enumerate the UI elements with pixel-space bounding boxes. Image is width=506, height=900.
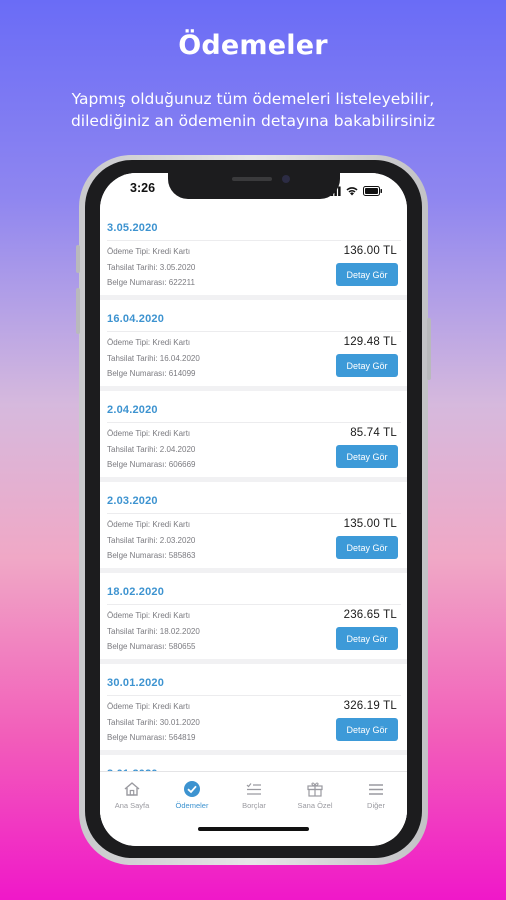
promo-title: Ödemeler: [178, 30, 328, 61]
tab-label: Diğer: [367, 801, 385, 810]
document-number: Belge Numarası: 580655: [107, 642, 196, 651]
payment-amount: 129.48 TL: [343, 336, 397, 348]
tab-sana-ozel[interactable]: Sana Özel: [285, 780, 345, 810]
menu-icon: [369, 784, 383, 795]
phone-side-button: [427, 318, 431, 380]
promo-subtitle-line-2: dilediğiniz an ödemenin detayına bakabil…: [70, 112, 436, 130]
gift-icon: [307, 782, 323, 797]
tab-diger[interactable]: Diğer: [346, 780, 406, 810]
phone-side-button: [76, 288, 80, 334]
payment-amount: 236.65 TL: [343, 609, 397, 621]
home-icon: [124, 782, 140, 796]
payment-type: Ödeme Tipi: Kredi Kartı: [107, 247, 191, 256]
payment-date: 2.04.2020: [107, 404, 158, 416]
tab-borclar[interactable]: Borçlar: [224, 780, 284, 810]
payment-date: 2.03.2020: [107, 495, 158, 507]
payment-date: 3.05.2020: [107, 222, 158, 234]
payment-date: 30.01.2020: [107, 677, 165, 689]
collection-date: Tahsilat Tarihi: 16.04.2020: [107, 354, 200, 363]
payment-card: 16.04.2020 Ödeme Tipi: Kredi Kartı Tahsi…: [100, 300, 407, 386]
payment-card: 3.05.2020 Ödeme Tipi: Kredi Kartı Tahsil…: [100, 209, 407, 295]
speaker: [232, 177, 272, 181]
wifi-icon: [346, 183, 358, 201]
camera-icon: [282, 175, 290, 183]
collection-date: Tahsilat Tarihi: 2.04.2020: [107, 445, 196, 454]
tab-label: Ana Sayfa: [114, 801, 150, 810]
tab-odemeler[interactable]: Ödemeler: [162, 780, 222, 810]
detail-button[interactable]: Detay Gör: [336, 445, 398, 468]
payment-type: Ödeme Tipi: Kredi Kartı: [107, 520, 191, 529]
list-icon: [246, 783, 261, 795]
notch: [168, 173, 340, 199]
document-number: Belge Numarası: 564819: [107, 733, 196, 742]
payment-amount: 85.74 TL: [350, 427, 397, 439]
payment-card: 30.01.2020 Ödeme Tipi: Kredi Kartı Tahsi…: [100, 664, 407, 750]
detail-button[interactable]: Detay Gör: [336, 536, 398, 559]
divider: [107, 604, 401, 605]
home-indicator[interactable]: [198, 827, 309, 831]
collection-date: Tahsilat Tarihi: 18.02.2020: [107, 627, 200, 636]
payment-date: 16.04.2020: [107, 313, 165, 325]
payment-card: 2.04.2020 Ödeme Tipi: Kredi Kartı Tahsil…: [100, 391, 407, 477]
payment-amount: 136.00 TL: [343, 245, 397, 257]
detail-button[interactable]: Detay Gör: [336, 718, 398, 741]
tab-ana-sayfa[interactable]: Ana Sayfa: [102, 780, 162, 810]
payment-amount: 326.19 TL: [343, 700, 397, 712]
detail-button[interactable]: Detay Gör: [336, 263, 398, 286]
payment-card: 18.02.2020 Ödeme Tipi: Kredi Kartı Tahsi…: [100, 573, 407, 659]
battery-icon: [363, 183, 383, 201]
tab-label: Borçlar: [242, 801, 266, 810]
divider: [107, 695, 401, 696]
divider: [107, 240, 401, 241]
collection-date: Tahsilat Tarihi: 3.05.2020: [107, 263, 196, 272]
payment-amount: 135.00 TL: [343, 518, 397, 530]
phone-screen: 3:26 3.05.2020 Ödeme Tipi: Kredi Kartı T…: [100, 173, 407, 846]
divider: [107, 331, 401, 332]
collection-date: Tahsilat Tarihi: 30.01.2020: [107, 718, 200, 727]
phone-side-button: [76, 245, 80, 273]
tab-bar: Ana Sayfa Ödemeler Borçlar Sana Özel Diğ…: [100, 771, 407, 846]
document-number: Belge Numarası: 585863: [107, 551, 196, 560]
status-time: 3:26: [130, 181, 156, 195]
payment-type: Ödeme Tipi: Kredi Kartı: [107, 611, 191, 620]
check-circle-icon: [184, 781, 200, 797]
collection-date: Tahsilat Tarihi: 2.03.2020: [107, 536, 196, 545]
payment-type: Ödeme Tipi: Kredi Kartı: [107, 702, 191, 711]
document-number: Belge Numarası: 606669: [107, 460, 196, 469]
payment-type: Ödeme Tipi: Kredi Kartı: [107, 429, 191, 438]
document-number: Belge Numarası: 614099: [107, 369, 196, 378]
detail-button[interactable]: Detay Gör: [336, 354, 398, 377]
divider: [107, 422, 401, 423]
detail-button[interactable]: Detay Gör: [336, 627, 398, 650]
tab-label: Sana Özel: [297, 801, 333, 810]
promo-subtitle-line-1: Yapmış olduğunuz tüm ödemeleri listeleye…: [71, 90, 435, 108]
document-number: Belge Numarası: 622211: [107, 278, 195, 287]
payment-card: 2.03.2020 Ödeme Tipi: Kredi Kartı Tahsil…: [100, 482, 407, 568]
divider: [107, 513, 401, 514]
payment-date: 18.02.2020: [107, 586, 165, 598]
tab-label: Ödemeler: [175, 801, 209, 810]
payment-type: Ödeme Tipi: Kredi Kartı: [107, 338, 191, 347]
